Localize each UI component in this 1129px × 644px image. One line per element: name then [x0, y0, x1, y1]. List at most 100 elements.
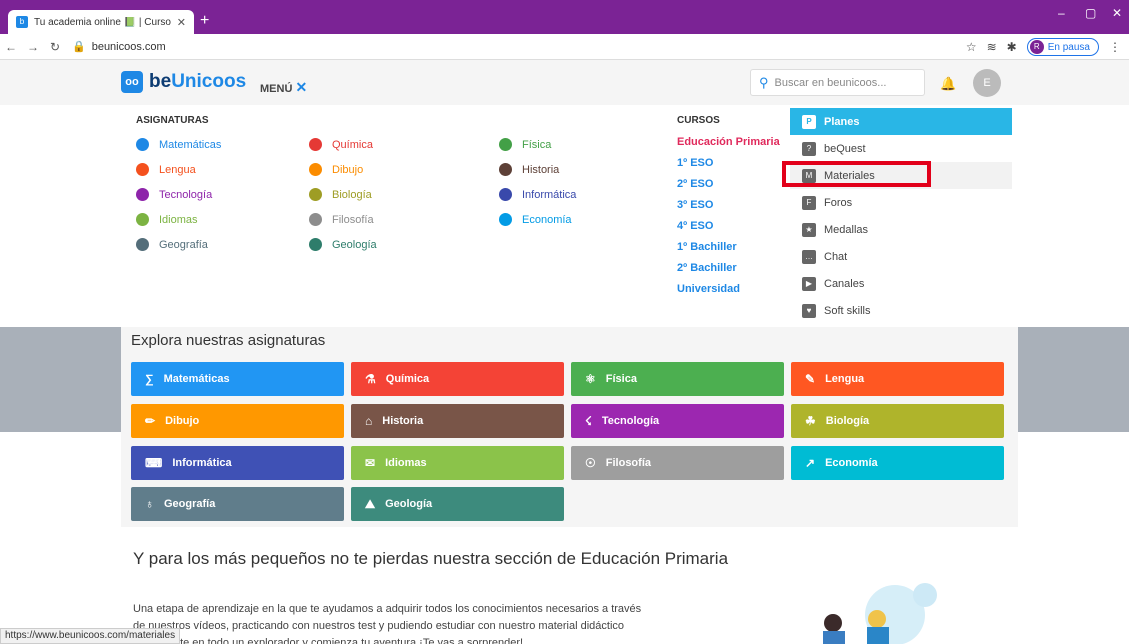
- side-item-foros[interactable]: F Foros: [790, 189, 1012, 216]
- maximize-icon[interactable]: ▢: [1085, 6, 1096, 20]
- kids-illustration: [823, 583, 937, 644]
- subject-button-geología[interactable]: ⛰ Geología: [351, 487, 564, 521]
- subject-button-label: Historia: [382, 415, 424, 427]
- subject-icon: [136, 138, 149, 151]
- subject-button-icon: ☉: [585, 456, 596, 470]
- user-avatar[interactable]: E: [973, 69, 1001, 97]
- site-favicon-icon: b: [16, 16, 28, 28]
- subject-icon: [309, 238, 322, 251]
- menu-subject-lengua[interactable]: Lengua: [136, 157, 221, 182]
- subject-button-label: Lengua: [825, 373, 865, 385]
- subject-button-label: Idiomas: [385, 457, 427, 469]
- chat-icon: …: [802, 249, 816, 264]
- back-icon[interactable]: ←: [0, 40, 22, 54]
- subject-button-química[interactable]: ⚗ Química: [351, 362, 564, 396]
- menu-subject-química[interactable]: Química: [309, 132, 377, 157]
- search-input[interactable]: ⚲ Buscar en beunicoos...: [750, 69, 925, 96]
- menu-subject-informática[interactable]: Informática: [499, 182, 576, 207]
- curso-link[interactable]: 3º ESO: [677, 195, 780, 216]
- curso-link[interactable]: Universidad: [677, 279, 780, 300]
- curso-link[interactable]: 1º ESO: [677, 153, 780, 174]
- close-tab-icon[interactable]: ✕: [177, 16, 186, 29]
- subject-label: Física: [522, 138, 552, 151]
- minimize-icon[interactable]: –: [1058, 6, 1065, 20]
- menu-toggle[interactable]: MENÚ ✕: [260, 79, 307, 96]
- soft-skills-icon: ♥: [802, 303, 816, 318]
- logo-be: be: [149, 71, 172, 92]
- cursos-list: Educación Primaria 1º ESO 2º ESO 3º ESO 4º E…: [677, 132, 780, 300]
- side-item-canales[interactable]: ▶ Canales: [790, 270, 1012, 297]
- extension-icon[interactable]: ≋: [987, 40, 997, 54]
- search-icon: ⚲: [759, 74, 769, 90]
- subject-button-física[interactable]: ⚛ Física: [571, 362, 784, 396]
- subject-button-idiomas[interactable]: ✉ Idiomas: [351, 446, 564, 480]
- subject-button-icon: ∑: [145, 372, 154, 386]
- subject-button-lengua[interactable]: ✎ Lengua: [791, 362, 1004, 396]
- side-item-label: Chat: [824, 250, 848, 263]
- subjects-column-1: Matemáticas Lengua Tecnología Idiomas Geogra…: [136, 132, 221, 257]
- site-logo[interactable]: oo beUnicoos: [121, 71, 246, 93]
- subject-button-label: Filosofía: [605, 457, 651, 469]
- menu-subject-tecnología[interactable]: Tecnología: [136, 182, 221, 207]
- menu-subject-física[interactable]: Física: [499, 132, 576, 157]
- subject-button-biología[interactable]: ☘ Biología: [791, 404, 1004, 438]
- close-window-icon[interactable]: ✕: [1112, 6, 1122, 20]
- side-item-chat[interactable]: … Chat: [790, 243, 1012, 270]
- subject-button-label: Geología: [385, 498, 433, 510]
- subject-button-informática[interactable]: ⌨ Informática: [131, 446, 344, 480]
- star-icon[interactable]: ☆: [966, 40, 977, 54]
- curso-link[interactable]: 2º ESO: [677, 174, 780, 195]
- subject-label: Biología: [332, 188, 372, 201]
- subject-label: Geología: [332, 238, 377, 251]
- subject-label: Economía: [522, 213, 572, 226]
- highlight-box: [782, 161, 931, 187]
- subject-icon: [499, 163, 512, 176]
- subject-button-label: Economía: [825, 457, 878, 469]
- subject-button-economía[interactable]: ↗ Economía: [791, 446, 1004, 480]
- curso-link[interactable]: 4º ESO: [677, 216, 780, 237]
- menu-subject-matemáticas[interactable]: Matemáticas: [136, 132, 221, 157]
- new-tab-button[interactable]: +: [200, 12, 209, 30]
- puzzle-icon[interactable]: ✱: [1007, 40, 1017, 54]
- medallas-icon: ★: [802, 222, 816, 237]
- menu-subject-filosofía[interactable]: Filosofía: [309, 207, 377, 232]
- side-item-medallas[interactable]: ★ Medallas: [790, 216, 1012, 243]
- forward-icon[interactable]: →: [22, 40, 44, 54]
- subject-button-dibujo[interactable]: ✏ Dibujo: [131, 404, 344, 438]
- url-text: beunicoos.com: [91, 40, 166, 53]
- subject-icon: [499, 138, 512, 151]
- side-item-planes[interactable]: P Planes: [790, 108, 1012, 135]
- menu-subject-geología[interactable]: Geología: [309, 232, 377, 257]
- reload-icon[interactable]: ↻: [44, 40, 66, 54]
- menu-subject-dibujo[interactable]: Dibujo: [309, 157, 377, 182]
- subject-button-historia[interactable]: ⌂ Historia: [351, 404, 564, 438]
- subject-button-geografía[interactable]: ♁ Geografía: [131, 487, 344, 521]
- subject-icon: [309, 213, 322, 226]
- url-field[interactable]: 🔒 beunicoos.com: [72, 40, 166, 54]
- menu-subject-idiomas[interactable]: Idiomas: [136, 207, 221, 232]
- menu-subject-economía[interactable]: Economía: [499, 207, 576, 232]
- menu-subject-historia[interactable]: Historia: [499, 157, 576, 182]
- address-bar: ← → ↻ 🔒 beunicoos.com ☆ ≋ ✱ R En pausa ⋮: [0, 34, 1129, 60]
- planes-icon: P: [802, 114, 816, 129]
- subject-button-matemáticas[interactable]: ∑ Matemáticas: [131, 362, 344, 396]
- menu-subject-geografía[interactable]: Geografía: [136, 232, 221, 257]
- profile-pause-button[interactable]: R En pausa: [1026, 38, 1099, 56]
- subject-button-icon: ⌂: [365, 414, 373, 428]
- side-item-label: beQuest: [824, 142, 866, 155]
- subject-button-tecnología[interactable]: ☇ Tecnología: [571, 404, 784, 438]
- subject-button-icon: ♁: [145, 497, 154, 511]
- subject-button-filosofía[interactable]: ☉ Filosofía: [571, 446, 784, 480]
- curso-link[interactable]: 1º Bachiller: [677, 237, 780, 258]
- explore-title: Explora nuestras asignaturas: [131, 332, 326, 349]
- side-item-bequest[interactable]: ? beQuest: [790, 135, 1012, 162]
- bell-icon[interactable]: 🔔: [940, 76, 956, 92]
- menu-subject-biología[interactable]: Biología: [309, 182, 377, 207]
- side-item-soft-skills[interactable]: ♥ Soft skills: [790, 297, 1012, 324]
- curso-link[interactable]: Educación Primaria: [677, 132, 780, 153]
- profile-avatar: R: [1029, 40, 1044, 54]
- more-icon[interactable]: ⋮: [1109, 40, 1121, 54]
- browser-tab[interactable]: b Tu academia online 📗 | Cursos ✕: [8, 10, 194, 34]
- subject-label: Informática: [522, 188, 577, 201]
- curso-link[interactable]: 2º Bachiller: [677, 258, 780, 279]
